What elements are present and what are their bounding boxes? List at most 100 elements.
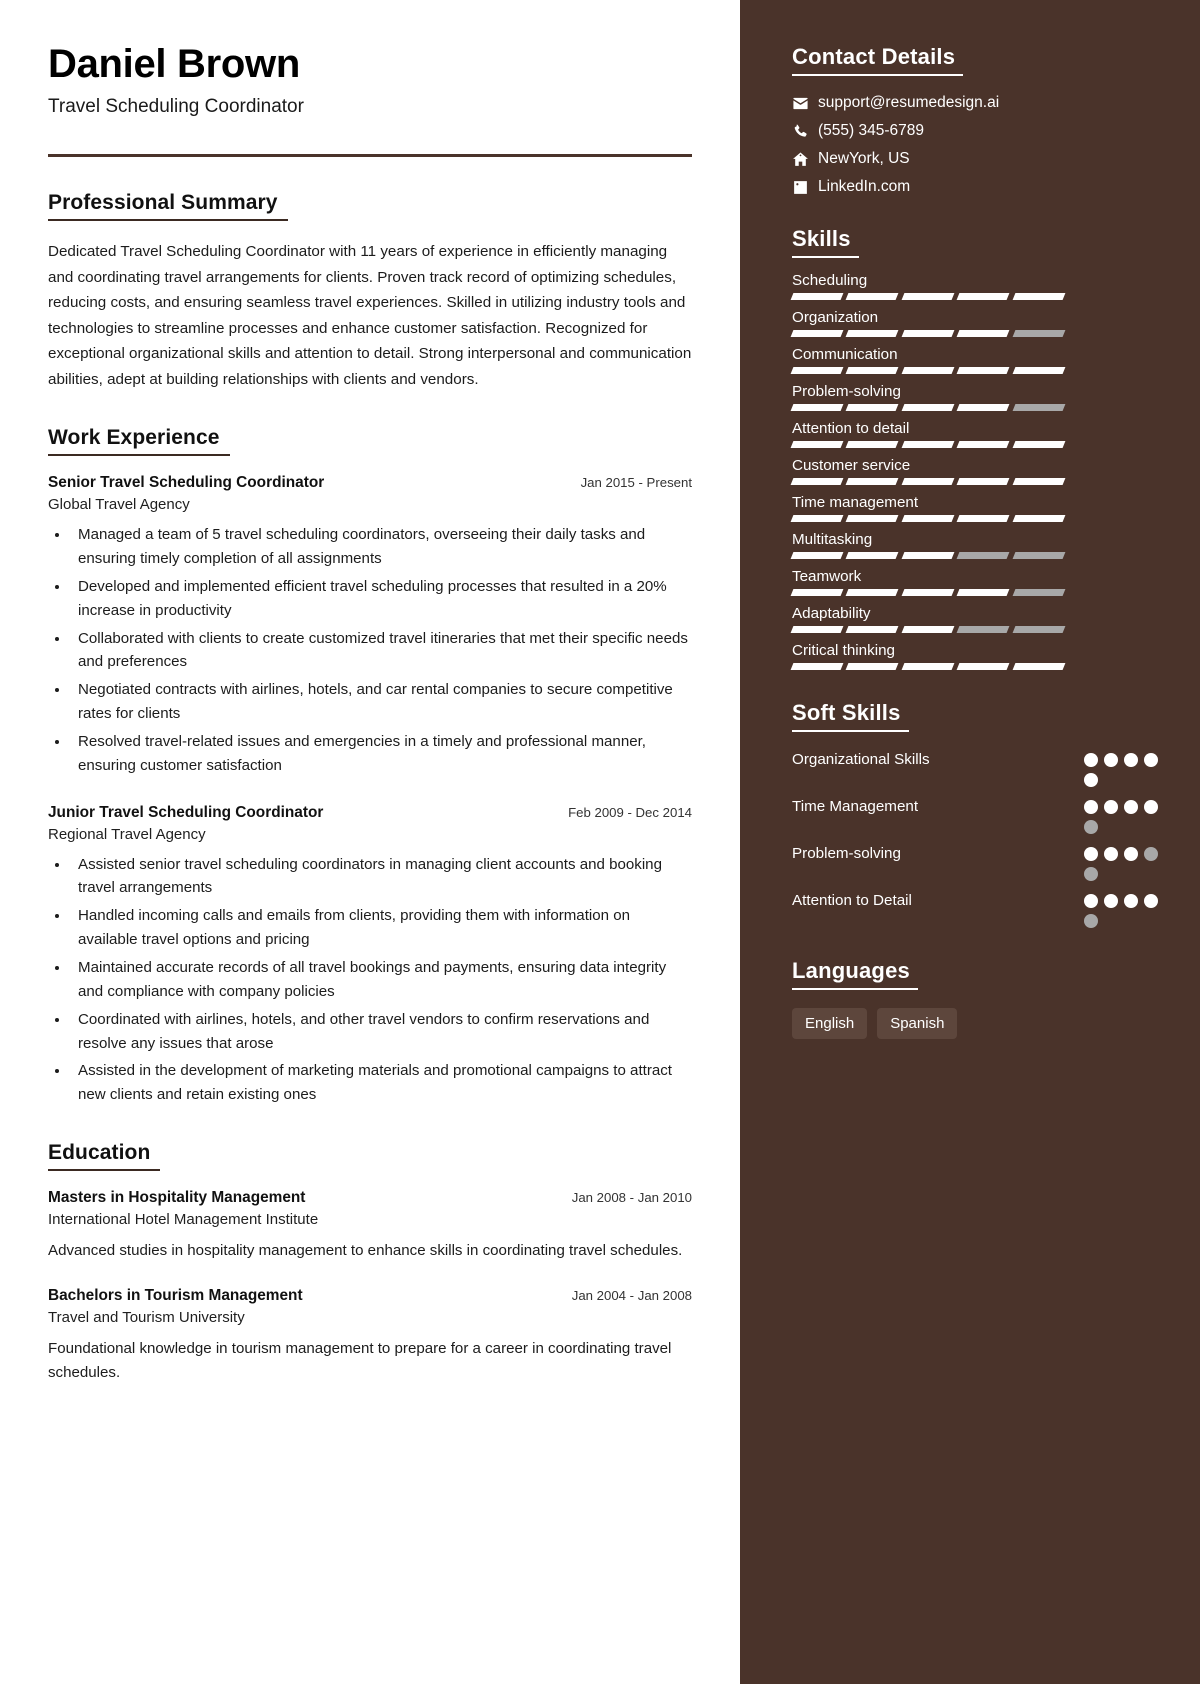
skill-bar-segment	[1012, 404, 1066, 411]
skill-label: Communication	[792, 346, 898, 363]
soft-skill-item: Problem-solving	[792, 842, 1170, 881]
skill-bar-segment	[901, 441, 955, 448]
contact-item-location[interactable]: NewYork, US	[792, 150, 1170, 168]
contact-item-linkedin[interactable]: LinkedIn.com	[792, 178, 1170, 196]
skill-bar-segment	[956, 330, 1011, 337]
skill-bar-segment	[956, 626, 1011, 633]
language-badge: English	[792, 1008, 868, 1039]
list-item: Resolved travel-related issues and emerg…	[70, 730, 692, 778]
experience-job-title: Senior Travel Scheduling Coordinator	[48, 474, 325, 492]
skill-bar-segment	[901, 626, 955, 633]
section-skills: Skills Scheduling Organization Communicati…	[790, 226, 1170, 670]
education-entry: Masters in Hospitality Management Jan 20…	[48, 1189, 692, 1263]
skill-bar-segment	[1012, 293, 1066, 300]
list-item: Negotiated contracts with airlines, hote…	[70, 678, 692, 726]
soft-skill-rating	[1084, 795, 1170, 834]
skill-item: Scheduling	[790, 272, 1170, 300]
skill-bar-segment	[956, 441, 1011, 448]
contact-item-phone[interactable]: (555) 345-6789	[792, 122, 1170, 140]
skill-bar-segment	[1012, 478, 1066, 485]
education-description: Advanced studies in hospitality manageme…	[48, 1242, 683, 1260]
contact-phone-value: (555) 345-6789	[818, 122, 924, 139]
skills-list: Scheduling Organization Communication Probl…	[790, 272, 1170, 670]
skill-label: Scheduling	[792, 272, 868, 289]
experience-employer: Regional Travel Agency	[48, 825, 206, 843]
skill-label: Critical thinking	[792, 642, 895, 659]
skill-bar-segment	[845, 293, 900, 300]
skill-label: Attention to detail	[792, 420, 910, 437]
soft-skill-item: Attention to Detail	[792, 889, 1170, 928]
list-item: Coordinated with airlines, hotels, and o…	[70, 1008, 692, 1056]
skill-label: Problem-solving	[792, 383, 901, 400]
skill-label: Adaptability	[792, 605, 871, 622]
section-professional-summary: Professional Summary Dedicated Travel Sc…	[48, 191, 692, 392]
skill-level-bar	[790, 404, 1066, 411]
experience-entry-header: Junior Travel Scheduling Coordinator Feb…	[48, 804, 692, 822]
education-date-range: Jan 2008 - Jan 2010	[571, 1190, 692, 1206]
rating-dot	[1144, 894, 1158, 908]
skill-level-bar	[790, 367, 1066, 374]
skill-level-bar	[790, 515, 1066, 522]
resume-page: Daniel Brown Travel Scheduling Coordinat…	[0, 0, 1200, 1684]
skill-bar-segment	[901, 515, 955, 522]
skill-bar-segment	[845, 552, 900, 559]
education-entry: Bachelors in Tourism Management Jan 2004…	[48, 1287, 692, 1385]
skill-bar-segment	[901, 478, 955, 485]
main-column: Daniel Brown Travel Scheduling Coordinat…	[0, 0, 740, 1684]
section-heading-soft-skills: Soft Skills	[792, 700, 909, 732]
job-title: Travel Scheduling Coordinator	[48, 96, 304, 117]
skill-bar-segment	[845, 663, 900, 670]
skill-bar-segment	[790, 626, 844, 633]
skill-item: Organization	[790, 309, 1170, 337]
soft-skill-rating	[1084, 842, 1170, 881]
skill-level-bar	[790, 663, 1066, 670]
section-work-experience: Work Experience Senior Travel Scheduling…	[48, 426, 692, 1107]
contact-location-value: NewYork, US	[818, 150, 910, 167]
skill-bar-segment	[1012, 663, 1066, 670]
list-item: Maintained accurate records of all trave…	[70, 956, 692, 1004]
rating-dot	[1104, 753, 1118, 767]
skill-bar-segment	[901, 552, 955, 559]
soft-skill-rating	[1084, 748, 1170, 787]
section-heading-languages: Languages	[792, 958, 918, 990]
experience-job-title: Junior Travel Scheduling Coordinator	[48, 803, 324, 821]
skill-bar-segment	[790, 663, 844, 670]
rating-dot	[1104, 847, 1118, 861]
summary-text: Dedicated Travel Scheduling Coordinator …	[48, 243, 692, 388]
skill-label: Organization	[792, 309, 879, 326]
language-badge: Spanish	[877, 1008, 958, 1039]
education-description: Foundational knowledge in tourism manage…	[48, 1340, 672, 1382]
education-entry-header: Bachelors in Tourism Management Jan 2004…	[48, 1287, 692, 1305]
section-heading-summary: Professional Summary	[48, 191, 288, 221]
education-institution: Travel and Tourism University	[48, 1309, 245, 1327]
skill-bar-segment	[845, 330, 900, 337]
skill-bar-segment	[1012, 441, 1066, 448]
rating-dot	[1144, 800, 1158, 814]
contact-item-email[interactable]: support@resumedesign.ai	[792, 94, 1170, 112]
skill-bar-segment	[901, 663, 955, 670]
list-item: Assisted in the development of marketing…	[70, 1059, 692, 1107]
section-heading-education: Education	[48, 1141, 161, 1172]
experience-entry: Junior Travel Scheduling Coordinator Feb…	[48, 804, 692, 1107]
skill-bar-segment	[956, 404, 1011, 411]
experience-date-range: Feb 2009 - Dec 2014	[568, 804, 692, 820]
rating-dot	[1104, 894, 1118, 908]
education-date-range: Jan 2004 - Jan 2008	[571, 1288, 692, 1304]
education-degree: Bachelors in Tourism Management	[48, 1287, 303, 1305]
skill-bar-segment	[956, 515, 1011, 522]
skill-bar-segment	[845, 478, 900, 485]
section-heading-contact: Contact Details	[792, 44, 964, 76]
skill-bar-segment	[901, 367, 955, 374]
phone-icon	[792, 123, 818, 140]
experience-entry: Senior Travel Scheduling Coordinator Jan…	[48, 474, 692, 777]
skill-bar-segment	[790, 552, 844, 559]
skill-bar-segment	[901, 293, 955, 300]
skill-bar-segment	[1012, 589, 1066, 596]
section-languages: Languages English Spanish	[792, 958, 1170, 1039]
list-item: Developed and implemented efficient trav…	[70, 575, 692, 623]
skill-bar-segment	[901, 589, 955, 596]
skill-label: Multitasking	[792, 531, 873, 548]
list-item: Assisted senior travel scheduling coordi…	[70, 853, 692, 901]
rating-dot	[1084, 820, 1098, 834]
rating-dot	[1124, 753, 1138, 767]
